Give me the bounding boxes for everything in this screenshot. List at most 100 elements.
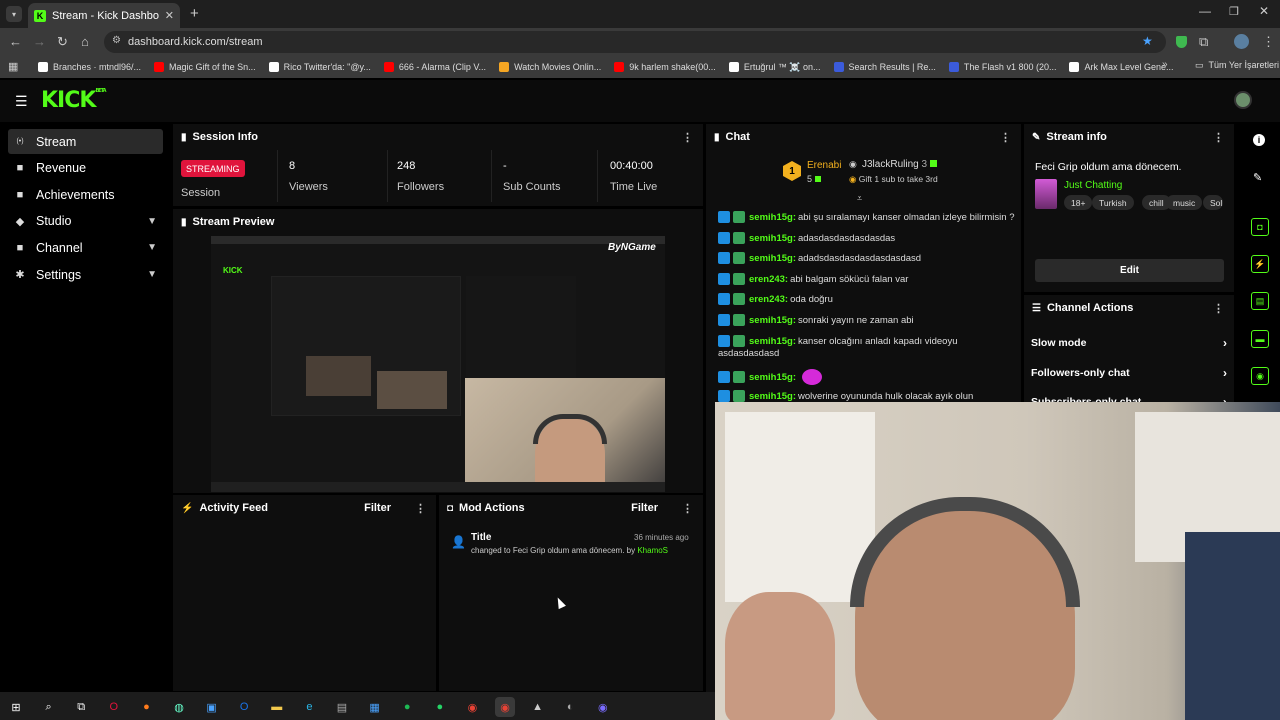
window-close-icon[interactable]: ✕ — [1259, 4, 1269, 18]
bookmark-item[interactable]: Rico Twitter'da: "@y... — [268, 62, 371, 72]
home-icon[interactable]: ⌂ — [81, 34, 89, 49]
chat-username[interactable]: semih15g: — [749, 336, 796, 347]
chat-username[interactable]: semih15g: — [749, 372, 796, 383]
tab-close-icon[interactable]: ✕ — [165, 9, 174, 22]
minimize-icon[interactable]: — — [1199, 4, 1211, 18]
pencil-icon[interactable]: ✎ — [1253, 171, 1262, 184]
poll-icon[interactable]: ▤ — [1251, 292, 1269, 310]
kebab-menu-icon[interactable]: ⋮ — [682, 131, 693, 144]
activity-kebab-icon[interactable]: ⋮ — [415, 502, 426, 515]
broadcast-action-icon[interactable]: ◉ — [1251, 367, 1269, 385]
site-info-icon[interactable]: ⚙ — [112, 35, 121, 46]
tab-search-icon[interactable]: ▾ — [6, 6, 22, 22]
activity-filter-button[interactable]: Filter — [364, 502, 391, 514]
store-icon[interactable]: ▣ — [202, 697, 222, 717]
chrome-icon[interactable]: ◉ — [462, 697, 482, 717]
windows-start-icon[interactable]: ⊞ — [6, 697, 26, 717]
outlook-icon[interactable]: O — [234, 697, 254, 717]
files-icon[interactable]: ▬ — [267, 697, 287, 717]
chat-message: semih15g: sonraki yayın ne zaman abi — [718, 314, 914, 326]
profile-avatar-icon[interactable] — [1234, 34, 1249, 49]
app2-icon[interactable]: ▤ — [332, 697, 352, 717]
category-name[interactable]: Just Chatting — [1064, 180, 1122, 191]
stream-preview-video[interactable]: KICK ByNGame — [211, 236, 665, 492]
bookmarks-list: Branches · mtndl96/... Magic Gift of the … — [38, 56, 1187, 78]
chat-username[interactable]: semih15g: — [749, 212, 796, 223]
category-thumbnail[interactable] — [1035, 179, 1057, 209]
mod-filter-button[interactable]: Filter — [631, 502, 658, 514]
bookmark-star-icon[interactable]: ★ — [1142, 34, 1153, 48]
browser-menu-icon[interactable]: ⋮ — [1262, 34, 1275, 50]
all-bookmarks[interactable]: ▭ Tüm Yer İşaretleri — [1195, 60, 1279, 71]
hamburger-menu-icon[interactable]: ☰ — [15, 93, 28, 110]
app3-icon[interactable]: ▦ — [365, 697, 385, 717]
stream-tag[interactable]: Sol — [1203, 195, 1223, 210]
bookmark-item[interactable]: Ertuğrul ™ ☠️ on... — [728, 62, 821, 73]
chat-username[interactable]: semih15g: — [749, 233, 796, 244]
extensions-icon[interactable]: ⧉ — [1199, 34, 1208, 50]
bookmark-item[interactable]: Watch Movies Onlin... — [499, 62, 601, 72]
new-tab-icon[interactable]: + — [190, 5, 199, 22]
lightning-action-icon[interactable]: ⚡ — [1251, 255, 1269, 273]
mod-kebab-icon[interactable]: ⋮ — [682, 502, 693, 515]
firefox-icon[interactable]: ● — [136, 697, 156, 717]
stream-info-kebab-icon[interactable]: ⋮ — [1213, 131, 1224, 144]
channel-action-item[interactable]: Slow mode › — [1031, 336, 1227, 350]
url-field[interactable]: ⚙ dashboard.kick.com/stream ★ — [104, 31, 1166, 53]
pinned-user[interactable]: Erenabi — [807, 160, 841, 171]
forward-icon[interactable]: → — [33, 34, 46, 49]
sidebar-item-revenue[interactable]: ■ Revenue — [8, 156, 163, 181]
task-view-icon[interactable]: ⧉ — [71, 697, 91, 717]
sidebar-item-settings[interactable]: ✱ Settings ▼ — [8, 262, 163, 287]
restore-icon[interactable]: ❐ — [1229, 5, 1239, 18]
expand-pinned-icon[interactable]: ⩡ — [857, 193, 862, 204]
steam-icon[interactable]: ◐ — [560, 697, 580, 717]
user-avatar[interactable] — [1234, 91, 1252, 109]
search-icon[interactable]: ⌕ — [39, 697, 59, 717]
chat-username[interactable]: semih15g: — [749, 391, 796, 402]
stream-tag[interactable]: Turkish — [1092, 195, 1134, 210]
reload-icon[interactable]: ↻ — [57, 34, 68, 50]
whatsapp-icon[interactable]: ● — [430, 697, 450, 717]
bookmark-item[interactable]: Search Results | Re... — [833, 62, 936, 72]
chat-username[interactable]: semih15g: — [749, 253, 796, 264]
bookmark-item[interactable]: Ark Max Level Gene... — [1069, 62, 1174, 72]
gift-cta[interactable]: ◉ Gift 1 sub to take 3rd — [849, 174, 938, 185]
sidebar-item-achievements[interactable]: ■ Achievements — [8, 182, 163, 207]
edit-button[interactable]: Edit — [1035, 259, 1224, 282]
chat-action-icon[interactable]: ▬ — [1251, 330, 1269, 348]
info-circle-icon[interactable]: i — [1253, 134, 1265, 146]
stream-tag[interactable]: 18+ — [1064, 195, 1093, 210]
bookmark-item[interactable]: 666 - Alarma (Clip V... — [383, 62, 486, 72]
spotify-icon[interactable]: ● — [397, 697, 417, 717]
gifter-name[interactable]: J3lackRuling 3 — [862, 159, 937, 170]
bookmark-item[interactable]: 9k harlem shake(00... — [614, 62, 716, 72]
apps-grid-icon[interactable]: ▦ — [8, 60, 18, 73]
browser-tab[interactable]: K Stream - Kick Dashboard ✕ — [28, 3, 180, 28]
clip-icon[interactable]: ◘ — [1251, 218, 1269, 236]
kick-logo[interactable]: KICKBETA — [41, 88, 107, 113]
edge-icon[interactable]: e — [299, 697, 319, 717]
chat-username[interactable]: eren243: — [749, 274, 788, 285]
chrome2-icon[interactable]: ◉ — [495, 697, 515, 717]
sidebar-item-studio[interactable]: ◆ Studio ▼ — [8, 209, 163, 234]
back-icon[interactable]: ← — [9, 34, 22, 49]
bookmark-item[interactable]: Branches · mtndl96/... — [38, 62, 141, 72]
bookmark-item[interactable]: The Flash v1 800 (20... — [948, 62, 1056, 72]
opera-icon[interactable]: O — [104, 697, 124, 717]
app4-icon[interactable]: ◉ — [593, 697, 613, 717]
sidebar-item-channel[interactable]: ■ Channel ▼ — [8, 235, 163, 260]
bookmark-item[interactable]: Magic Gift of the Sn... — [154, 62, 256, 72]
more-bookmarks-icon[interactable]: » — [1162, 59, 1168, 70]
mod-entry-user[interactable]: KhamoS — [637, 546, 668, 555]
app-icon[interactable]: ◍ — [169, 697, 189, 717]
shield-extension-icon[interactable] — [1176, 36, 1187, 48]
channel-action-item[interactable]: Followers-only chat › — [1031, 366, 1227, 380]
unity-icon[interactable]: ▲ — [528, 697, 548, 717]
sidebar-item-stream[interactable]: (•) Stream — [8, 129, 163, 154]
chat-kebab-icon[interactable]: ⋮ — [1000, 131, 1011, 144]
stream-tag[interactable]: music — [1166, 195, 1203, 210]
chat-username[interactable]: semih15g: — [749, 315, 796, 326]
chat-username[interactable]: eren243: — [749, 294, 788, 305]
channel-actions-kebab-icon[interactable]: ⋮ — [1213, 302, 1224, 315]
